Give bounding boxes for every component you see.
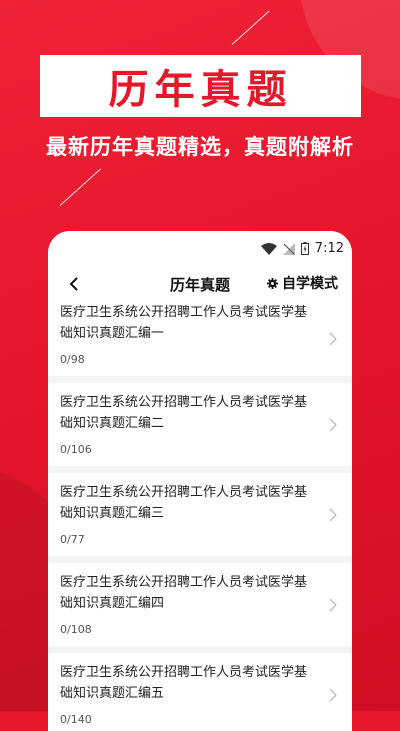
wifi-icon bbox=[260, 242, 277, 255]
chevron-right-icon bbox=[329, 418, 337, 431]
item-title: 医疗卫生系统公开招聘工作人员考试医学基础知识真题汇编五 bbox=[60, 665, 308, 701]
item-progress: 0/108 bbox=[60, 623, 92, 636]
item-title: 医疗卫生系统公开招聘工作人员考试医学基础知识真题汇编二 bbox=[60, 395, 308, 431]
battery-icon bbox=[300, 242, 309, 255]
list-item[interactable]: 医疗卫生系统公开招聘工作人员考试医学基础知识真题汇编五 0/140 bbox=[48, 653, 352, 731]
phone-screen: 7:12 历年真题 自学模式 医疗卫生系统公开招聘工作人员考试医学基础知识真题汇… bbox=[48, 231, 352, 731]
list-item[interactable]: 医疗卫生系统公开招聘工作人员考试医学基础知识真题汇编二 0/106 bbox=[48, 383, 352, 466]
promo-subtitle: 最新历年真题精选，真题附解析 bbox=[46, 135, 354, 159]
chevron-right-icon bbox=[329, 508, 337, 521]
status-icons: 7:12 bbox=[260, 241, 344, 256]
back-button[interactable] bbox=[62, 272, 86, 296]
back-arrow-icon bbox=[69, 277, 78, 291]
status-bar: 7:12 bbox=[48, 231, 352, 267]
status-time: 7:12 bbox=[314, 241, 344, 256]
item-progress: 0/77 bbox=[60, 533, 85, 546]
signal-icon bbox=[282, 242, 295, 255]
app-bar: 历年真题 自学模式 bbox=[48, 267, 352, 301]
item-title: 医疗卫生系统公开招聘工作人员考试医学基础知识真题汇编四 bbox=[60, 575, 308, 611]
promo-title-box: 历年真题 bbox=[40, 55, 361, 117]
exam-list: 医疗卫生系统公开招聘工作人员考试医学基础知识真题汇编一 0/98 医疗卫生系统公… bbox=[48, 301, 352, 731]
self-study-mode-button[interactable]: 自学模式 bbox=[267, 273, 338, 293]
chevron-right-icon bbox=[329, 332, 337, 345]
chevron-right-icon bbox=[329, 688, 337, 701]
chevron-right-icon bbox=[329, 598, 337, 611]
item-title: 医疗卫生系统公开招聘工作人员考试医学基础知识真题汇编一 bbox=[60, 305, 308, 341]
item-title: 医疗卫生系统公开招聘工作人员考试医学基础知识真题汇编三 bbox=[60, 485, 308, 521]
list-item[interactable]: 医疗卫生系统公开招聘工作人员考试医学基础知识真题汇编四 0/108 bbox=[48, 563, 352, 646]
item-progress: 0/140 bbox=[60, 713, 92, 726]
gear-icon bbox=[267, 277, 278, 289]
list-item[interactable]: 医疗卫生系统公开招聘工作人员考试医学基础知识真题汇编一 0/98 bbox=[48, 301, 352, 376]
item-progress: 0/98 bbox=[60, 353, 85, 366]
item-progress: 0/106 bbox=[60, 443, 92, 456]
mode-label: 自学模式 bbox=[282, 276, 338, 292]
list-item[interactable]: 医疗卫生系统公开招聘工作人员考试医学基础知识真题汇编三 0/77 bbox=[48, 473, 352, 556]
promo-title: 历年真题 bbox=[108, 67, 293, 113]
